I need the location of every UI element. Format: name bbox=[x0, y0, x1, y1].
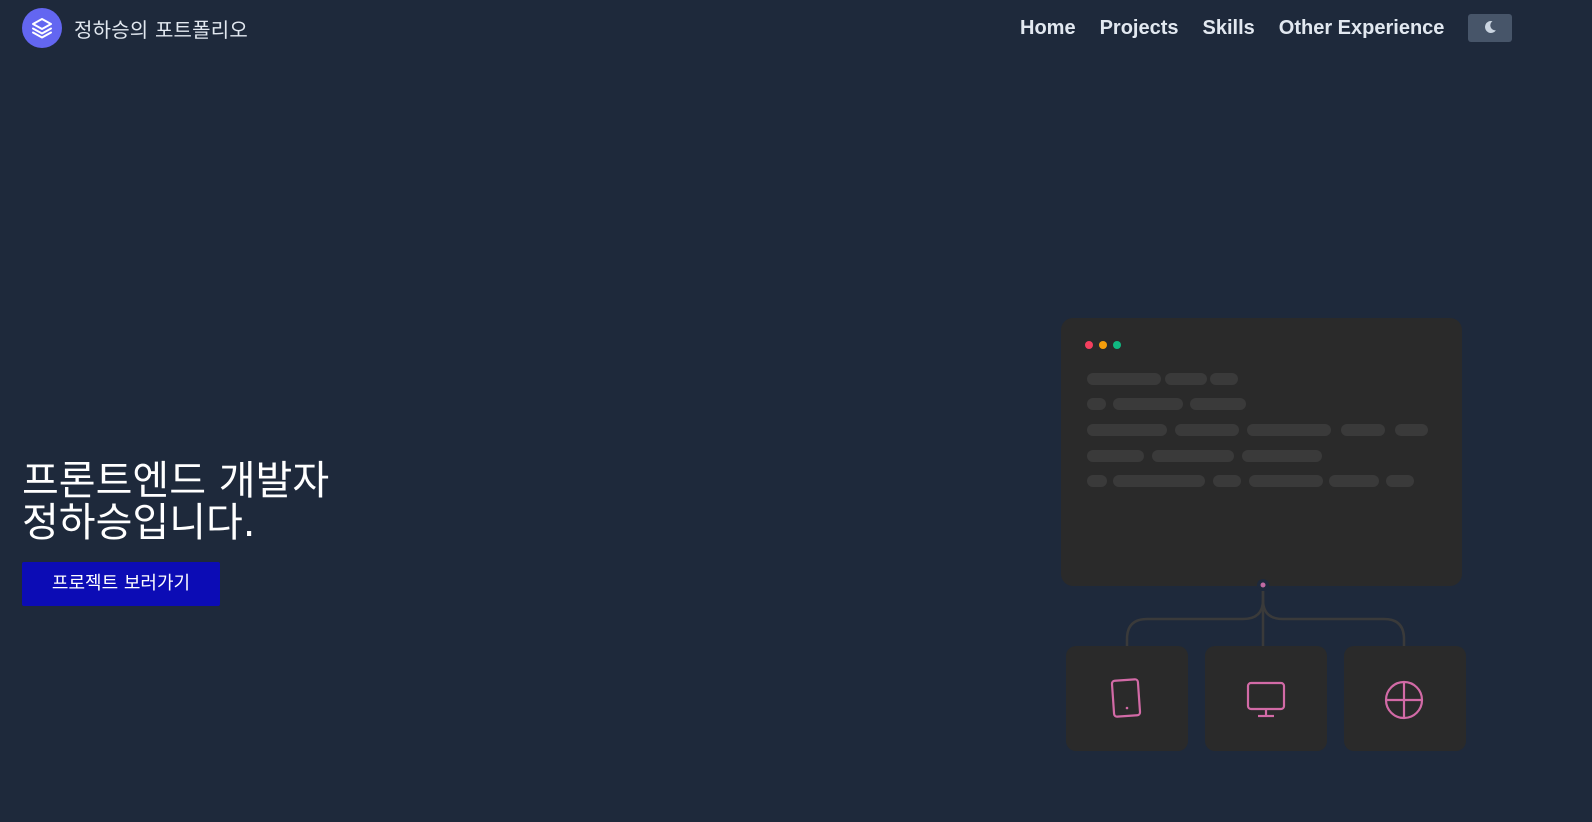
tablet-card bbox=[1066, 646, 1188, 751]
hero-title-line2: 정하승입니다. bbox=[22, 500, 256, 546]
site-header: 정하승의 포트폴리오 Home Projects Skills Other Ex… bbox=[0, 0, 1592, 56]
devices-illustration bbox=[1061, 318, 1466, 751]
moon-icon bbox=[1482, 19, 1498, 38]
view-projects-button[interactable]: 프로젝트 보러가기 bbox=[22, 562, 220, 606]
layers-icon bbox=[22, 8, 62, 48]
hero-text: 프론트엔드 개발자 정하승입니다. 프로젝트 보러가기 bbox=[22, 460, 329, 606]
nav-other-experience[interactable]: Other Experience bbox=[1279, 14, 1445, 42]
connector-lines bbox=[1125, 591, 1406, 646]
nav-skills[interactable]: Skills bbox=[1203, 14, 1255, 42]
theme-toggle-button[interactable] bbox=[1468, 14, 1513, 42]
window-dot-green bbox=[1113, 341, 1121, 349]
hero-title-line1: 프론트엔드 개발자 bbox=[22, 458, 330, 504]
hero-title: 프론트엔드 개발자 정하승입니다. bbox=[22, 460, 329, 544]
brand-title: 정하승의 포트폴리오 bbox=[74, 17, 248, 42]
globe-icon bbox=[1384, 680, 1424, 720]
main-nav: Home Projects Skills Other Experience bbox=[1020, 14, 1513, 42]
monitor-card bbox=[1205, 646, 1327, 751]
hero-illustration bbox=[1060, 318, 1480, 762]
window-dot-yellow bbox=[1099, 341, 1107, 349]
brand-link[interactable]: 정하승의 포트폴리오 bbox=[22, 8, 248, 48]
window-dot-red bbox=[1085, 341, 1093, 349]
nav-home[interactable]: Home bbox=[1020, 14, 1076, 42]
nav-projects[interactable]: Projects bbox=[1100, 14, 1179, 42]
